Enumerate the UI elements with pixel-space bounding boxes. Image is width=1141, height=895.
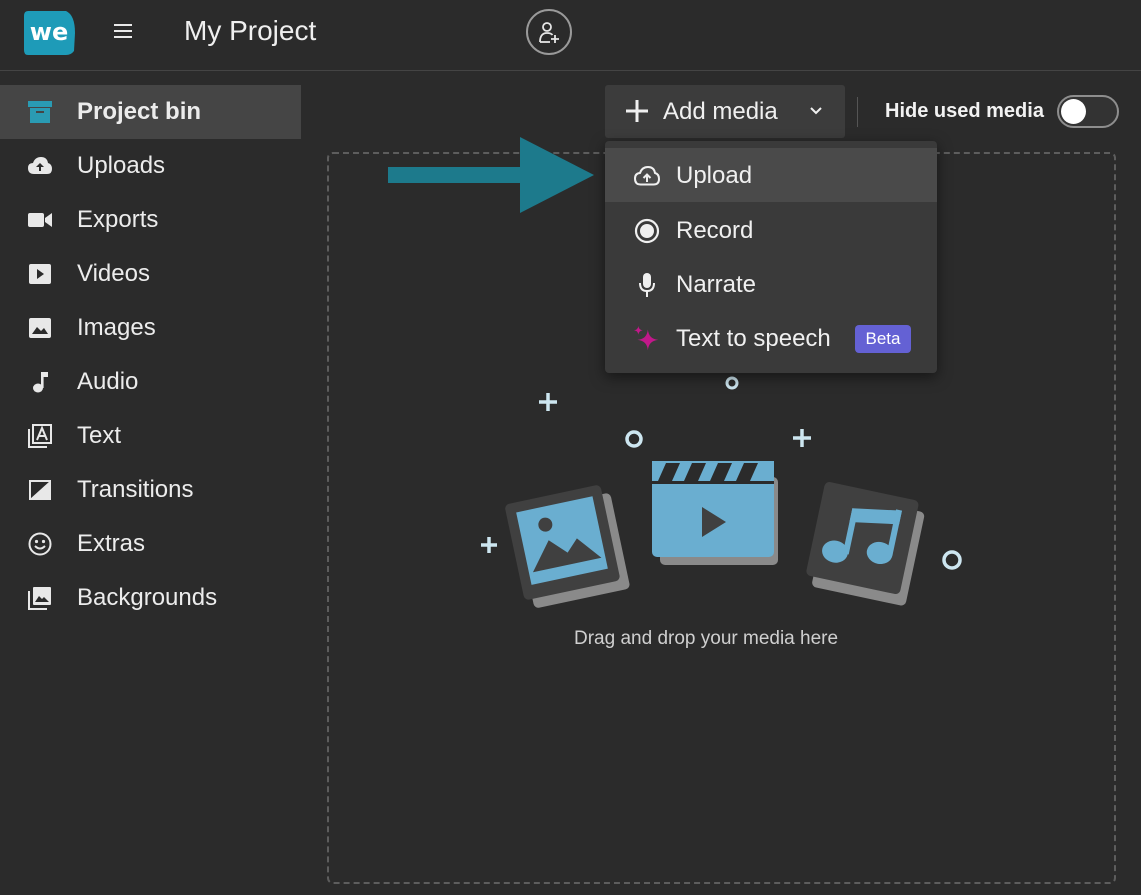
music-card-icon [806,482,925,606]
menu-item-record[interactable]: Record [605,203,937,257]
add-media-button[interactable]: Add media [605,85,845,138]
media-illustration [470,365,970,620]
menu-item-text-to-speech[interactable]: Text to speech Beta [605,311,937,365]
sidebar-item-label: Text [77,422,122,449]
toolbar-divider [857,97,858,127]
sidebar-item-project-bin[interactable]: Project bin [0,85,301,139]
hide-used-media-toggle[interactable] [1057,95,1119,128]
sidebar-item-label: Project bin [77,98,202,125]
sidebar-item-exports[interactable]: Exports [0,193,301,247]
chevron-down-icon [810,107,822,115]
transition-icon [28,478,52,502]
beta-badge: Beta [855,325,911,353]
sidebar-item-label: Uploads [77,152,166,179]
sidebar-item-label: Videos [77,260,150,287]
sidebar-item-label: Transitions [77,476,194,503]
record-icon [634,218,660,244]
menu-item-narrate[interactable]: Narrate [605,257,937,311]
sidebar-item-transitions[interactable]: Transitions [0,463,301,517]
project-title[interactable]: My Project [184,15,316,47]
menu-item-upload[interactable]: Upload [605,148,937,202]
sidebar-item-label: Exports [77,206,159,233]
backgrounds-icon [28,586,52,610]
menu-item-label: Narrate [676,271,757,298]
sidebar-item-extras[interactable]: Extras [0,517,301,571]
hamburger-menu-icon[interactable] [114,20,142,46]
app-logo[interactable]: we [22,7,76,59]
add-user-icon [539,22,559,43]
archive-icon [28,100,52,124]
sidebar-item-text[interactable]: Text [0,409,301,463]
plus-icon [626,100,648,122]
music-note-icon [28,370,52,394]
smiley-icon [28,532,52,556]
svg-text:we: we [30,18,68,46]
invite-user-button[interactable] [526,9,572,55]
pointer-arrow-icon [388,137,594,213]
clapperboard-icon [652,461,778,565]
add-media-dropdown: Upload Record Narrate Text to speech Bet… [605,141,937,373]
sidebar-item-audio[interactable]: Audio [0,355,301,409]
image-icon [28,316,52,340]
text-box-icon [28,424,52,448]
menu-item-label: Upload [676,162,753,189]
sparkle-icon [634,326,660,352]
menu-item-label: Record [676,217,754,244]
cloud-upload-icon [634,163,660,189]
drop-instructions: Drag and drop your media here [574,628,839,649]
play-box-icon [28,262,52,286]
sidebar-item-label: Extras [77,530,146,557]
hide-used-media-label: Hide used media [885,100,1044,122]
cloud-upload-icon [28,154,52,178]
menu-item-label: Text to speech [676,325,831,352]
toggle-knob [1061,99,1086,124]
video-camera-icon [28,208,52,232]
sidebar-item-backgrounds[interactable]: Backgrounds [0,571,301,625]
sidebar-item-label: Audio [77,368,139,395]
sidebar: Project bin Uploads Exports Videos Image… [0,85,301,625]
sidebar-item-images[interactable]: Images [0,301,301,355]
top-bar: we My Project [0,0,1141,71]
sidebar-item-uploads[interactable]: Uploads [0,139,301,193]
sidebar-item-label: Backgrounds [77,584,218,611]
sidebar-item-label: Images [77,314,156,341]
sidebar-item-videos[interactable]: Videos [0,247,301,301]
image-card-icon [505,485,630,608]
add-media-label: Add media [663,98,778,125]
microphone-icon [634,272,660,298]
